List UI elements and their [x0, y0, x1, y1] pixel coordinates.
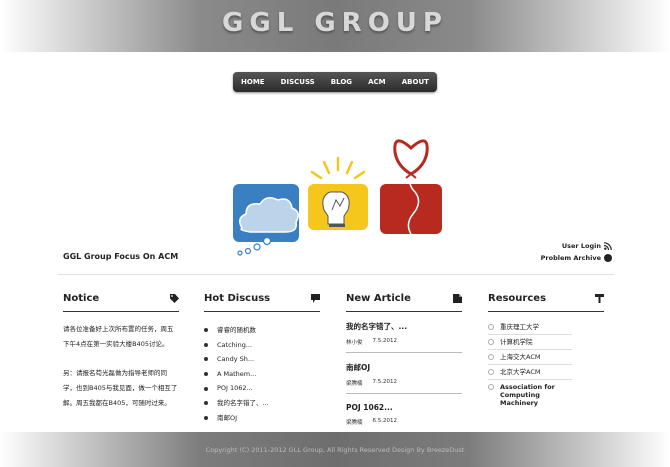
circle-bullet-icon: [488, 339, 494, 345]
article-author: 林小俊: [346, 340, 363, 346]
list-item[interactable]: 睿睿的随机数: [204, 323, 320, 338]
resources-title: Resources: [488, 292, 547, 304]
list-item[interactable]: 北京大学ACM: [488, 365, 572, 380]
article-title[interactable]: POJ 1062...: [346, 403, 462, 412]
resources-rule: [488, 311, 604, 312]
article-item[interactable]: POJ 1062... 梁腾楠 6.5.2012: [346, 403, 462, 426]
list-item[interactable]: 上海交大ACM: [488, 350, 572, 365]
archive-dot-icon: [604, 254, 612, 262]
bullet-icon: [204, 342, 208, 347]
rss-icon: [604, 242, 612, 250]
header-banner: GGL GROUP: [0, 0, 670, 52]
new-article-section: New Article 我的名字错了、... 林小俊 7.5.2012 南邮OJ …: [346, 290, 462, 426]
nav-discuss[interactable]: DISCUSS: [281, 78, 315, 86]
hot-discuss-rule: [204, 311, 320, 312]
article-date: 7.5.2012: [372, 338, 398, 344]
list-item-label[interactable]: 南邮OJ: [217, 411, 237, 426]
notice-section: Notice 请各位准备好上次所布置的任务，周五下午4点在第一实验大楼B405讨…: [63, 290, 179, 425]
bullet-icon: [204, 372, 208, 377]
article-author: 梁腾楠: [346, 420, 363, 426]
new-article-title: New Article: [346, 292, 411, 304]
user-login-link[interactable]: User Login: [541, 240, 612, 252]
resources-section: Resources 重庆理工大学 计算机学院 上海交大ACM 北京大学ACM A…: [488, 290, 604, 410]
user-login-label[interactable]: User Login: [562, 240, 601, 252]
footer-copyright: Copyright (C) 2011-2012 GLL Group, All R…: [205, 445, 465, 454]
problem-archive-label[interactable]: Problem Archive: [541, 252, 601, 264]
article-author: 梁腾楠: [346, 381, 363, 387]
list-item-label[interactable]: Candy Sh...: [217, 352, 254, 367]
bullet-icon: [204, 328, 208, 333]
list-item[interactable]: POJ 1062...: [204, 381, 320, 396]
list-item[interactable]: Catching...: [204, 338, 320, 353]
article-item[interactable]: 南邮OJ 梁腾楠 7.5.2012: [346, 362, 462, 394]
section-divider: [58, 274, 614, 275]
list-item[interactable]: 南邮OJ: [204, 411, 320, 426]
list-item[interactable]: Association for Computing Machinery: [488, 380, 572, 410]
notice-rule: [63, 311, 179, 312]
document-icon: [453, 293, 462, 303]
acm-logo-illustration: [233, 139, 442, 256]
new-article-rule: [346, 311, 462, 312]
list-item-label[interactable]: Catching...: [217, 338, 252, 353]
list-item-label[interactable]: A Mathem...: [217, 367, 256, 382]
site-tagline: GGL Group Focus On ACM: [63, 252, 179, 261]
nav-blog[interactable]: BLOG: [331, 78, 352, 86]
circle-bullet-icon: [488, 384, 494, 390]
nav-about[interactable]: ABOUT: [402, 78, 429, 86]
article-rule: [346, 352, 462, 353]
tool-icon: [595, 293, 604, 303]
resource-link[interactable]: 计算机学院: [500, 338, 533, 346]
bullet-icon: [204, 401, 208, 406]
list-item[interactable]: 计算机学院: [488, 335, 572, 350]
side-links: User Login Problem Archive: [541, 240, 612, 264]
circle-bullet-icon: [488, 354, 494, 360]
bullet-icon: [204, 415, 208, 420]
list-item[interactable]: 重庆理工大学: [488, 320, 572, 335]
article-rule: [346, 393, 462, 394]
article-date: 6.5.2012: [372, 418, 398, 424]
site-logo[interactable]: GGL GROUP: [0, 8, 670, 38]
bullet-icon: [204, 357, 208, 362]
notice-paragraph: 另：请报名苟光磊做为指导老师的同学，也到B405与我见面，做一个相互了解。周五我…: [63, 369, 178, 407]
list-item-label[interactable]: 睿睿的随机数: [217, 323, 256, 338]
list-item[interactable]: 我的名字错了、...: [204, 396, 320, 411]
resource-link[interactable]: 重庆理工大学: [500, 323, 539, 331]
problem-archive-link[interactable]: Problem Archive: [541, 252, 612, 264]
nav-acm[interactable]: ACM: [368, 78, 386, 86]
hot-discuss-list: 睿睿的随机数 Catching... Candy Sh... A Mathem.…: [204, 323, 320, 425]
list-item-label[interactable]: POJ 1062...: [217, 381, 253, 396]
resources-list: 重庆理工大学 计算机学院 上海交大ACM 北京大学ACM Association…: [488, 320, 604, 410]
circle-bullet-icon: [488, 324, 494, 330]
article-item[interactable]: 我的名字错了、... 林小俊 7.5.2012: [346, 321, 462, 353]
circle-bullet-icon: [488, 369, 494, 375]
nav-home[interactable]: HOME: [241, 78, 265, 86]
notice-title: Notice: [63, 292, 100, 304]
notice-body: 请各位准备好上次所布置的任务，周五下午4点在第一实验大楼B405讨论。 另：请报…: [63, 322, 179, 411]
hot-discuss-section: Hot Discuss 睿睿的随机数 Catching... Candy Sh.…: [204, 290, 320, 425]
list-item-label[interactable]: 我的名字错了、...: [217, 396, 269, 411]
main-nav: HOME DISCUSS BLOG ACM ABOUT: [233, 72, 437, 92]
comment-icon: [311, 293, 320, 303]
resource-link[interactable]: 上海交大ACM: [500, 353, 540, 361]
article-date: 7.5.2012: [372, 379, 398, 385]
list-item[interactable]: Candy Sh...: [204, 352, 320, 367]
footer: Copyright (C) 2011-2012 GLL Group, All R…: [0, 432, 670, 467]
resource-link[interactable]: 北京大学ACM: [500, 368, 540, 376]
notice-paragraph: 请各位准备好上次所布置的任务，周五下午4点在第一实验大楼B405讨论。: [63, 325, 174, 348]
list-item[interactable]: A Mathem...: [204, 367, 320, 382]
resource-link[interactable]: Association for Computing Machinery: [500, 383, 572, 407]
bullet-icon: [204, 386, 208, 391]
hot-discuss-title: Hot Discuss: [204, 292, 271, 304]
article-title[interactable]: 南邮OJ: [346, 362, 462, 373]
tag-icon: [170, 293, 179, 303]
article-title[interactable]: 我的名字错了、...: [346, 321, 462, 332]
